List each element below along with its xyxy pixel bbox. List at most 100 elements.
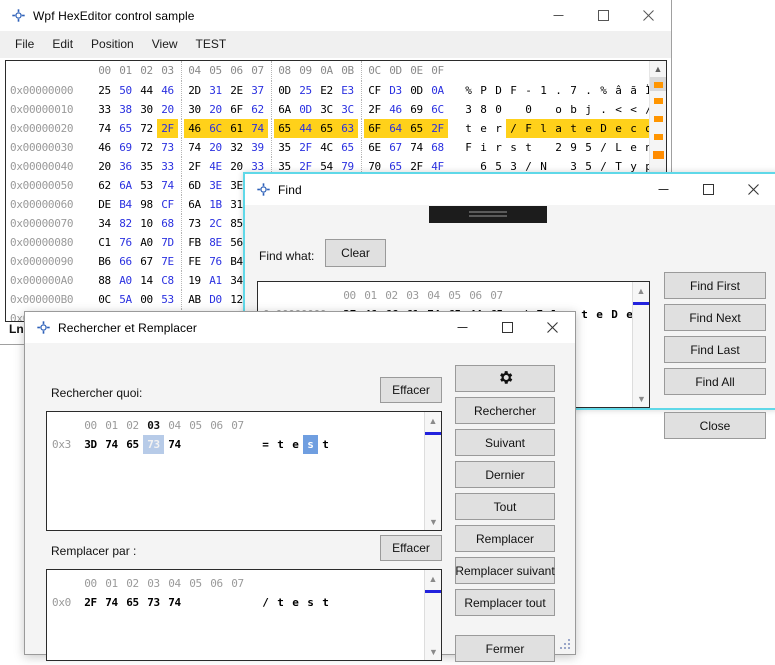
hex-byte[interactable]: 46 bbox=[184, 119, 205, 138]
hex-byte[interactable]: 2D bbox=[184, 81, 205, 100]
ascii-char[interactable]: / bbox=[596, 138, 611, 157]
maximize-button[interactable] bbox=[485, 312, 530, 343]
hex-byte[interactable]: 20 bbox=[157, 100, 178, 119]
ascii-char[interactable]: % bbox=[596, 81, 611, 100]
ascii-char[interactable]: r bbox=[491, 119, 506, 138]
hex-byte[interactable]: 2F bbox=[184, 157, 205, 176]
hex-byte[interactable]: 6C bbox=[205, 119, 226, 138]
hex-byte[interactable]: 73 bbox=[157, 138, 178, 157]
hex-byte[interactable]: 46 bbox=[385, 100, 406, 119]
hex-byte[interactable]: CF bbox=[157, 195, 178, 214]
scroll-down-arrow[interactable]: ▼ bbox=[425, 643, 441, 660]
replace-hex-row[interactable]: 0x0 2F 74 65 73 74/t e s t bbox=[49, 593, 441, 612]
hex-byte[interactable]: 74 bbox=[247, 119, 268, 138]
hex-byte[interactable]: 69 bbox=[115, 138, 136, 157]
hex-byte[interactable]: 4E bbox=[205, 157, 226, 176]
hex-byte[interactable]: 74 bbox=[406, 138, 427, 157]
ascii-char[interactable]: c bbox=[626, 119, 641, 138]
ascii-char[interactable]: â bbox=[611, 81, 626, 100]
hex-byte[interactable]: 74 bbox=[164, 593, 185, 612]
remplacer-tout-button[interactable]: Remplacer tout bbox=[455, 589, 555, 616]
bookmark-marker[interactable] bbox=[654, 82, 663, 88]
hex-byte[interactable]: 50 bbox=[115, 81, 136, 100]
hex-byte[interactable]: FE bbox=[184, 252, 205, 271]
ascii-char[interactable]: s bbox=[506, 138, 521, 157]
hex-byte[interactable]: FB bbox=[184, 233, 205, 252]
menu-item-edit[interactable]: Edit bbox=[43, 33, 82, 55]
ascii-char[interactable]: F bbox=[521, 119, 536, 138]
rechercher-button[interactable]: Rechercher bbox=[455, 397, 555, 424]
hex-byte[interactable]: 3C bbox=[316, 100, 337, 119]
hex-byte[interactable]: 6F bbox=[226, 100, 247, 119]
hex-byte[interactable]: 20 bbox=[94, 157, 115, 176]
hex-byte[interactable]: 34 bbox=[94, 214, 115, 233]
find-hex-scrollbar[interactable]: ▲ ▼ bbox=[424, 412, 441, 530]
hex-byte[interactable]: 98 bbox=[136, 195, 157, 214]
clear-button[interactable]: Clear bbox=[325, 239, 386, 267]
hex-byte[interactable]: 25 bbox=[94, 81, 115, 100]
hex-row[interactable]: 0x00000010 33 38 30 20 30 20 6F 62 6A 0D 3C 3C 2F 46 69… bbox=[6, 100, 666, 119]
tout-button[interactable]: Tout bbox=[455, 493, 555, 520]
hex-byte[interactable]: 6C bbox=[427, 100, 448, 119]
hex-byte[interactable]: 46 bbox=[157, 81, 178, 100]
hex-byte[interactable]: 62 bbox=[247, 100, 268, 119]
hex-byte[interactable]: 61 bbox=[226, 119, 247, 138]
hex-byte[interactable]: 2F bbox=[427, 119, 448, 138]
ascii-char[interactable]: % bbox=[461, 81, 476, 100]
hex-byte[interactable]: 37 bbox=[247, 81, 268, 100]
hex-byte[interactable]: 76 bbox=[205, 252, 226, 271]
ascii-char[interactable] bbox=[536, 138, 551, 157]
hex-byte[interactable]: 7E bbox=[157, 252, 178, 271]
ascii-char[interactable]: i bbox=[476, 138, 491, 157]
ascii-char[interactable]: t bbox=[566, 119, 581, 138]
find-last-button[interactable]: Find Last bbox=[664, 336, 766, 363]
bookmark-marker[interactable] bbox=[654, 134, 663, 140]
ascii-char[interactable]: t bbox=[577, 305, 592, 324]
hex-byte[interactable]: 3D bbox=[80, 435, 101, 454]
hex-byte[interactable]: B4 bbox=[115, 195, 136, 214]
hex-byte[interactable]: 2F bbox=[157, 119, 178, 138]
close-button[interactable] bbox=[626, 0, 671, 31]
hex-byte[interactable]: 8E bbox=[205, 233, 226, 252]
ascii-char[interactable]: < bbox=[611, 100, 626, 119]
hex-byte[interactable]: CF bbox=[364, 81, 385, 100]
hex-byte[interactable]: 2F bbox=[364, 100, 385, 119]
ascii-char[interactable]: s bbox=[303, 435, 318, 454]
ascii-char[interactable]: a bbox=[551, 119, 566, 138]
hex-byte[interactable]: 82 bbox=[115, 214, 136, 233]
hex-byte[interactable]: 65 bbox=[337, 138, 358, 157]
hex-byte[interactable]: 74 bbox=[157, 176, 178, 195]
ascii-char[interactable]: b bbox=[566, 100, 581, 119]
menu-item-file[interactable]: File bbox=[6, 33, 43, 55]
ascii-char[interactable]: . bbox=[596, 100, 611, 119]
close-button[interactable] bbox=[731, 174, 775, 205]
bookmark-marker[interactable] bbox=[654, 98, 663, 104]
ascii-char[interactable]: e bbox=[592, 305, 607, 324]
hex-byte[interactable]: 00 bbox=[136, 290, 157, 309]
menu-item-position[interactable]: Position bbox=[82, 33, 143, 55]
ascii-char[interactable]: e bbox=[288, 593, 303, 612]
hex-byte[interactable]: 53 bbox=[136, 176, 157, 195]
fermer-button[interactable]: Fermer bbox=[455, 635, 555, 662]
hex-byte[interactable]: 6A bbox=[115, 176, 136, 195]
scroll-down-arrow[interactable]: ▼ bbox=[633, 390, 649, 407]
minimize-button[interactable] bbox=[641, 174, 686, 205]
hex-byte[interactable]: 73 bbox=[143, 593, 164, 612]
ascii-char[interactable]: - bbox=[521, 81, 536, 100]
ascii-char[interactable]: 2 bbox=[551, 138, 566, 157]
ascii-char[interactable]: t bbox=[461, 119, 476, 138]
close-dialog-button[interactable]: Close bbox=[664, 412, 766, 439]
ascii-char[interactable]: t bbox=[273, 435, 288, 454]
hex-byte[interactable]: A0 bbox=[115, 271, 136, 290]
hex-byte[interactable]: 19 bbox=[184, 271, 205, 290]
ascii-char[interactable] bbox=[536, 100, 551, 119]
hex-byte[interactable]: 62 bbox=[94, 176, 115, 195]
ascii-char[interactable]: 9 bbox=[566, 138, 581, 157]
ascii-char[interactable]: 0 bbox=[521, 100, 536, 119]
hex-byte[interactable]: 36 bbox=[115, 157, 136, 176]
hex-byte[interactable]: 0A bbox=[427, 81, 448, 100]
ascii-char[interactable]: / bbox=[258, 593, 273, 612]
hex-byte[interactable]: 2C bbox=[205, 214, 226, 233]
hex-byte[interactable]: 0D bbox=[406, 81, 427, 100]
ascii-char[interactable]: e bbox=[288, 435, 303, 454]
